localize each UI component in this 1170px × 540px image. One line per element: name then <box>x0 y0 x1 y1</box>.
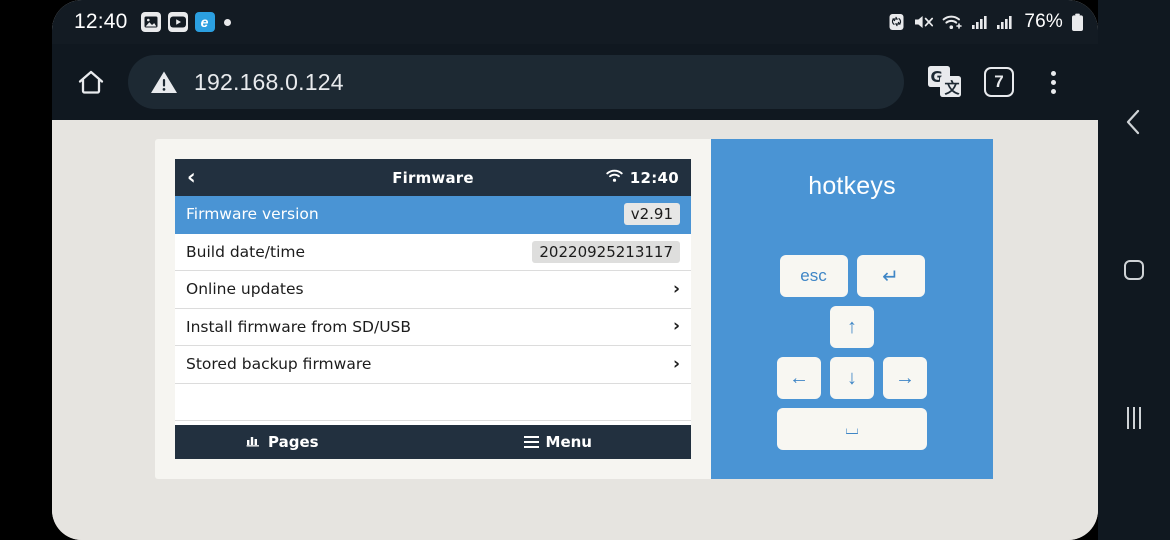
browser-toolbar: 192.168.0.124 G 文 7 <box>52 44 1098 120</box>
more-options-icon <box>1050 70 1056 94</box>
list-item[interactable]: Firmware version v2.91 <box>175 196 691 234</box>
key-arrow-left[interactable]: ← <box>777 357 821 399</box>
status-bar-clock: 12:40 <box>74 10 128 33</box>
nav-home-button[interactable] <box>1112 248 1156 292</box>
bar-chart-icon <box>246 433 261 451</box>
device-settings-list: Firmware version v2.91 Build date/time 2… <box>175 196 691 425</box>
list-item-empty <box>175 383 691 421</box>
device-remote-console-card: ‹ Firmware 12:40 Firmware version v2.91 … <box>155 139 715 479</box>
pages-button[interactable]: Pages <box>246 433 319 451</box>
list-item[interactable]: Online updates › <box>175 271 691 309</box>
hotkeys-row-space: ⌴ <box>777 408 927 450</box>
nav-recents-button[interactable] <box>1112 396 1156 440</box>
web-page-viewport: ‹ Firmware 12:40 Firmware version v2.91 … <box>52 120 1098 540</box>
screenshot-root: 12:40 e 76% 192.168.0.124 G 文 7 ‹ Firmwa… <box>0 0 1170 540</box>
svg-text:文: 文 <box>945 79 961 97</box>
device-screen: ‹ Firmware 12:40 Firmware version v2.91 … <box>175 159 691 459</box>
android-navigation-bar <box>1098 0 1170 540</box>
key-esc[interactable]: esc <box>779 255 848 297</box>
list-item-value: 20220925213117 <box>532 240 680 263</box>
recents-icon <box>1126 407 1142 429</box>
list-item[interactable]: Build date/time 20220925213117 <box>175 233 691 271</box>
mute-icon <box>913 13 934 31</box>
not-secure-icon <box>150 69 178 95</box>
key-arrow-up[interactable]: ↑ <box>830 306 874 348</box>
nav-back-button[interactable] <box>1112 100 1156 144</box>
keypad-spacer <box>777 306 821 348</box>
device-footer: Pages Menu <box>175 425 691 459</box>
hotkeys-row-top: esc ↵ <box>779 255 925 297</box>
chevron-right-icon: › <box>672 316 680 337</box>
battery-percent-label: 76% <box>1024 11 1063 32</box>
status-bar: 12:40 e 76% <box>52 0 1098 44</box>
list-item-label: Firmware version <box>186 205 319 224</box>
tab-count-label: 7 <box>984 67 1014 97</box>
key-space[interactable]: ⌴ <box>777 408 927 450</box>
wifi-icon <box>942 13 963 31</box>
address-bar[interactable]: 192.168.0.124 <box>128 55 904 109</box>
device-header-status: 12:40 <box>606 168 679 187</box>
battery-saver-icon <box>888 13 905 31</box>
keypad-spacer <box>883 306 927 348</box>
list-item-label: Online updates <box>186 280 304 299</box>
address-bar-url[interactable]: 192.168.0.124 <box>194 69 344 96</box>
chevron-right-icon: › <box>672 278 680 299</box>
list-item-label: Build date/time <box>186 242 306 261</box>
list-item-value: v2.91 <box>623 203 680 226</box>
pages-label: Pages <box>268 433 319 451</box>
list-item[interactable]: Install firmware from SD/USB › <box>175 308 691 346</box>
hotkeys-keypad: esc ↵ ↑ ← ↓ → ⌴ <box>777 255 927 450</box>
more-notifications-dot-icon <box>223 18 231 26</box>
menu-button[interactable]: Menu <box>523 433 592 451</box>
signal-icon <box>996 13 1013 31</box>
hotkeys-row-up: ↑ <box>777 306 927 348</box>
browser-menu-button[interactable] <box>1026 55 1080 109</box>
phone-screen: 12:40 e 76% 192.168.0.124 G 文 7 ‹ Firmwa… <box>52 0 1098 540</box>
list-item-label: Stored backup firmware <box>186 355 372 374</box>
hotkeys-row-arrows: ← ↓ → <box>777 357 927 399</box>
wifi-icon <box>606 168 623 187</box>
translate-button[interactable]: G 文 <box>918 55 972 109</box>
hotkeys-panel: hotkeys esc ↵ ↑ ← ↓ → ⌴ <box>711 139 993 479</box>
key-arrow-right[interactable]: → <box>883 357 927 399</box>
key-arrow-down[interactable]: ↓ <box>830 357 874 399</box>
edge-icon: e <box>194 12 215 32</box>
home-button[interactable] <box>62 53 120 111</box>
home-square-icon <box>1124 260 1144 280</box>
key-enter[interactable]: ↵ <box>856 255 925 297</box>
youtube-icon <box>167 12 188 32</box>
hamburger-icon <box>523 436 539 448</box>
battery-icon <box>1071 13 1084 32</box>
device-header: ‹ Firmware 12:40 <box>175 159 691 196</box>
status-bar-system-icons: 76% <box>888 11 1084 33</box>
device-clock: 12:40 <box>629 168 679 187</box>
list-item-label: Install firmware from SD/USB <box>186 317 412 336</box>
chevron-right-icon: › <box>672 353 680 374</box>
tab-switcher-button[interactable]: 7 <box>972 55 1026 109</box>
menu-label: Menu <box>545 433 592 451</box>
list-item[interactable]: Stored backup firmware › <box>175 346 691 384</box>
gallery-icon <box>140 12 161 32</box>
hotkeys-title: hotkeys <box>808 172 896 200</box>
signal-icon <box>971 13 988 31</box>
status-bar-notification-icons: e <box>140 12 215 32</box>
